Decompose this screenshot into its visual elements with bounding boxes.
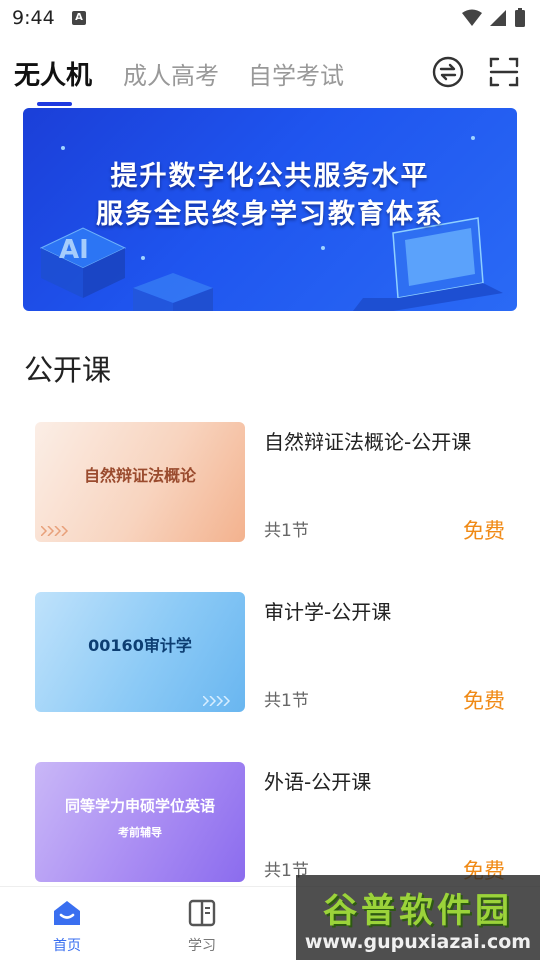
building-illustration [133, 273, 213, 311]
app-screen: 9:44 A 无人机 成人高考 自学考试 AI 提升数字化公共服务水平 服务全民… [0, 0, 540, 960]
nav-label-study: 学习 [188, 938, 216, 954]
banner-ai-text: AI [59, 235, 89, 265]
laptop-illustration [353, 217, 503, 311]
course-thumbnail: 同等学力申硕学位英语 考前辅导 [35, 762, 245, 882]
scan-icon[interactable] [488, 56, 520, 88]
section-title-open-courses: 公开课 [24, 353, 112, 387]
switch-icon[interactable] [432, 56, 464, 88]
wifi-icon [462, 9, 482, 26]
thumbnail-title: 同等学力申硕学位英语 [64, 797, 215, 815]
course-title: 审计学-公开课 [264, 600, 392, 624]
status-bar: 9:44 A [0, 0, 540, 36]
watermark-url: www.gupuxiazai.com [304, 931, 532, 953]
thumbnail-decoration [203, 696, 231, 706]
nav-item-home[interactable]: 首页 [37, 897, 97, 957]
tab-adult-exam[interactable]: 成人高考 [123, 56, 219, 91]
course-price: 免费 [463, 519, 505, 543]
thumbnail-title: 自然辩证法概论 [83, 466, 196, 485]
active-tab-indicator [37, 102, 72, 106]
thumbnail-decoration [41, 526, 69, 536]
course-lesson-count: 共1节 [264, 521, 309, 541]
site-watermark: 谷普软件园 www.gupuxiazai.com [296, 875, 540, 960]
status-icons [462, 8, 525, 27]
top-tab-bar: 无人机 成人高考 自学考试 [0, 50, 540, 110]
nav-label-home: 首页 [53, 938, 81, 954]
banner-headline-1: 提升数字化公共服务水平 [110, 161, 430, 192]
course-title: 外语-公开课 [264, 770, 372, 794]
thumbnail-subtitle: 考前辅导 [118, 826, 162, 839]
tab-self-study-exam[interactable]: 自学考试 [248, 56, 344, 91]
book-icon [188, 899, 216, 927]
thumbnail-title: 00160审计学 [88, 636, 192, 655]
notification-icon: A [72, 11, 86, 25]
tab-drone[interactable]: 无人机 [14, 55, 92, 92]
course-thumbnail: 00160审计学 [35, 592, 245, 712]
course-thumbnail: 自然辩证法概论 [35, 422, 245, 542]
course-card[interactable]: 00160审计学 审计学-公开课 共1节 免费 [35, 592, 515, 722]
battery-icon [515, 10, 525, 27]
status-time: 9:44 [12, 7, 55, 29]
signal-icon [490, 10, 506, 26]
banner-headline-2: 服务全民终身学习教育体系 [96, 199, 444, 230]
course-card[interactable]: 同等学力申硕学位英语 考前辅导 外语-公开课 共1节 免费 [35, 762, 515, 892]
watermark-logo-text: 谷普软件园 [323, 891, 513, 931]
course-price: 免费 [463, 689, 505, 713]
promo-banner[interactable]: AI 提升数字化公共服务水平 服务全民终身学习教育体系 [23, 108, 517, 311]
home-icon [54, 901, 80, 925]
course-lesson-count: 共1节 [264, 691, 309, 711]
course-card[interactable]: 自然辩证法概论 自然辩证法概论-公开课 共1节 免费 [35, 422, 515, 552]
ai-chip-icon: AI [39, 227, 127, 298]
course-title: 自然辩证法概论-公开课 [264, 430, 472, 454]
nav-item-study[interactable]: 学习 [172, 897, 232, 957]
